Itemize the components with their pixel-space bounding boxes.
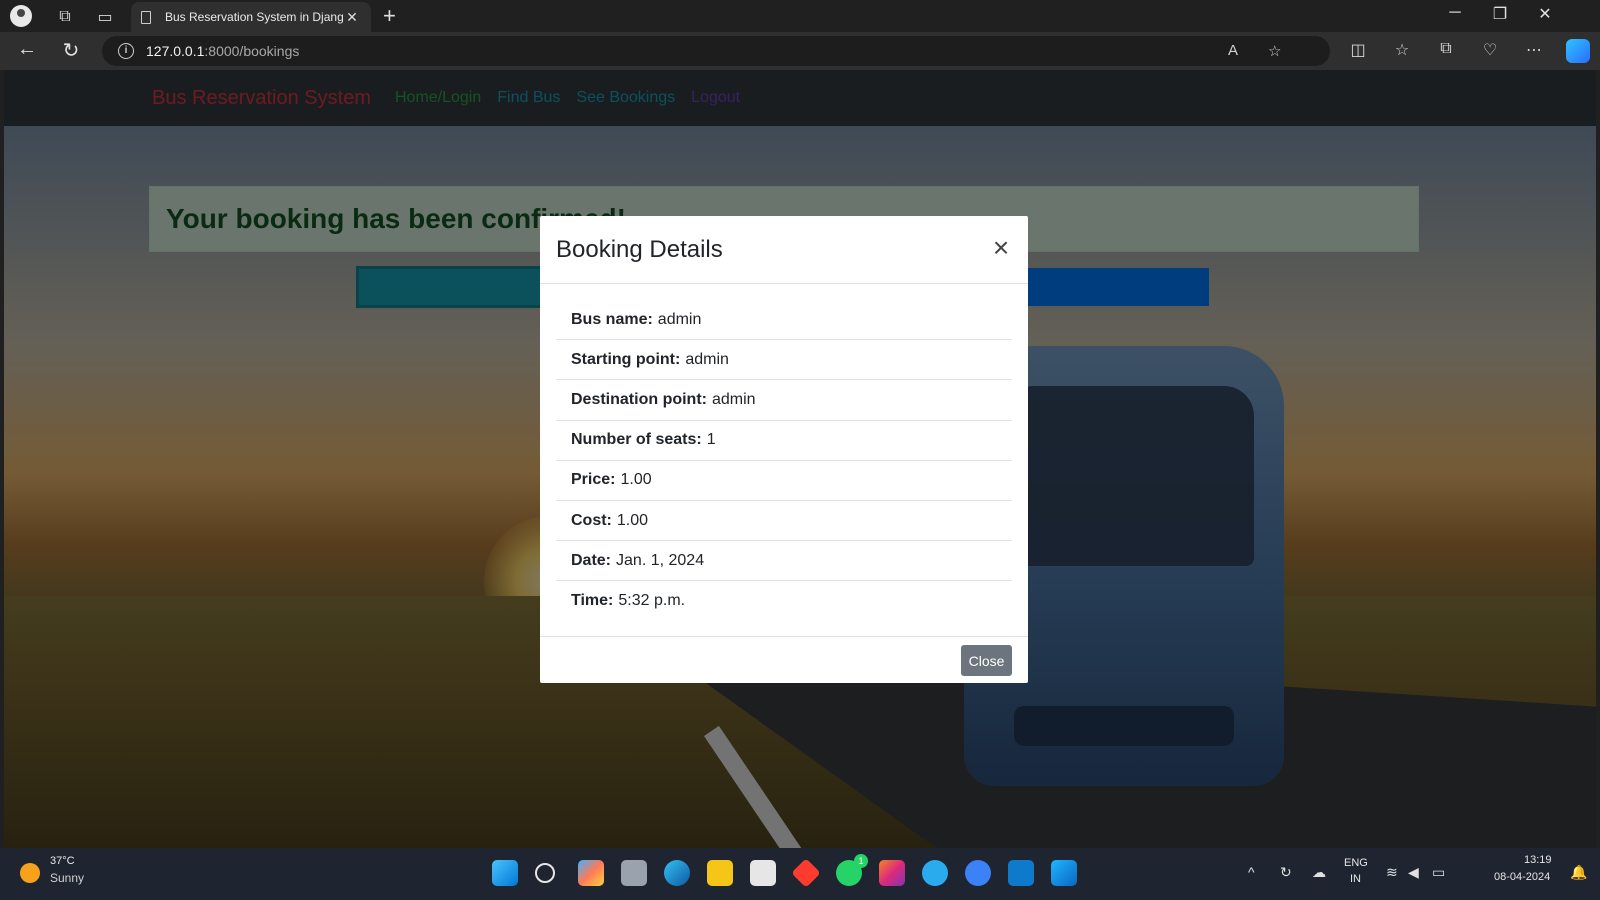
detail-label: Cost: (571, 511, 612, 529)
microsoft-store-icon[interactable] (750, 860, 776, 886)
sync-icon[interactable]: ↻ (1280, 864, 1292, 881)
favorite-star-icon[interactable]: ☆ (1268, 42, 1281, 60)
favorites-icon[interactable]: ☆ (1390, 40, 1414, 60)
show-hidden-icons[interactable]: ^ (1248, 864, 1255, 880)
clock-time[interactable]: 13:19 (1524, 854, 1552, 866)
app-icon[interactable] (965, 860, 991, 886)
task-view-icon[interactable] (621, 860, 647, 886)
address-bar[interactable]: i 127.0.0.1:8000/bookings A ☆ (102, 36, 1330, 66)
detail-label: Price: (571, 471, 616, 489)
refresh-icon[interactable]: ↻ (58, 38, 84, 63)
search-icon[interactable] (535, 863, 555, 883)
close-icon[interactable]: × (988, 234, 1014, 262)
edge-browser-icon[interactable] (664, 860, 690, 886)
minimize-button[interactable]: ─ (1440, 4, 1470, 22)
whatsapp-badge: 1 (854, 854, 868, 868)
tab-title: Bus Reservation System in Djang (165, 10, 343, 24)
file-explorer-icon[interactable] (707, 860, 733, 886)
wifi-icon[interactable]: ≋ (1386, 864, 1398, 881)
detail-value: 1.00 (616, 511, 649, 529)
weather-sun-icon[interactable] (20, 863, 40, 883)
browser-essentials-icon[interactable]: ♡ (1478, 40, 1502, 60)
read-aloud-icon[interactable]: A (1228, 42, 1238, 59)
weather-condition[interactable]: Sunny (50, 871, 84, 885)
more-menu-icon[interactable]: ⋯ (1522, 40, 1546, 60)
detail-value: 1.00 (620, 471, 652, 489)
detail-row-destination-point: Destination point: admin (556, 380, 1012, 421)
detail-row-time: Time: 5:32 p.m. (556, 581, 1012, 621)
anydesk-icon[interactable] (791, 858, 821, 888)
photos-icon[interactable] (1051, 860, 1077, 886)
detail-row-cost: Cost: 1.00 (556, 501, 1012, 542)
detail-label: Date: (571, 551, 612, 569)
booking-details-modal: Booking Details × Bus name: admin Starti… (540, 216, 1028, 683)
restore-button[interactable]: ❐ (1485, 4, 1515, 24)
back-icon[interactable]: ← (14, 38, 40, 61)
detail-label: Starting point: (571, 350, 681, 368)
detail-row-bus-name: Bus name: admin (556, 300, 1012, 341)
copilot-app-icon[interactable] (578, 860, 604, 886)
detail-value: 1 (706, 431, 716, 449)
detail-row-starting-point: Starting point: admin (556, 340, 1012, 381)
battery-icon[interactable]: ▭ (1432, 864, 1445, 881)
browser-tab[interactable]: Bus Reservation System in Djang ✕ (131, 2, 371, 32)
detail-label: Time: (571, 592, 614, 610)
detail-value: 5:32 p.m. (618, 592, 686, 610)
page-icon (141, 10, 151, 24)
region-indicator[interactable]: IN (1350, 873, 1361, 885)
url-host: 127.0.0.1 (146, 43, 205, 59)
detail-value: admin (685, 350, 729, 368)
detail-label: Bus name: (571, 310, 653, 328)
profile-icon[interactable] (10, 5, 32, 27)
new-tab-button[interactable]: + (383, 3, 396, 29)
whatsapp-icon[interactable]: 1 (836, 854, 868, 886)
web-page: Bus Reservation System Home/Login Find B… (4, 70, 1596, 848)
windows-start-icon[interactable] (492, 860, 518, 886)
taskbar: 37°C Sunny 1 ^ ↻ ☁ ENG IN ≋ ◀ ▭ 13:19 08… (0, 848, 1600, 900)
detail-value: admin (657, 310, 702, 328)
modal-footer: Close (540, 636, 1028, 683)
browser-titlebar: ⧉ ▭ Bus Reservation System in Djang ✕ + … (0, 0, 1600, 32)
url-path: :8000/bookings (204, 43, 300, 59)
detail-row-date: Date: Jan. 1, 2024 (556, 541, 1012, 582)
instagram-icon[interactable] (879, 860, 905, 886)
modal-title: Booking Details (556, 235, 723, 263)
detail-row-seats: Number of seats: 1 (556, 421, 1012, 461)
split-screen-icon[interactable]: ◫ (1346, 40, 1370, 60)
telegram-icon[interactable] (922, 860, 948, 886)
close-button[interactable]: Close (961, 645, 1012, 676)
detail-value: Jan. 1, 2024 (616, 551, 705, 569)
workspaces-icon[interactable]: ⧉ (54, 6, 76, 28)
clock-date[interactable]: 08-04-2024 (1494, 871, 1550, 883)
modal-header: Booking Details × (540, 216, 1028, 284)
collections-icon[interactable]: ⧉ (1434, 40, 1458, 58)
detail-label: Number of seats: (571, 431, 702, 449)
tab-close-icon[interactable]: ✕ (343, 9, 361, 26)
copilot-icon[interactable] (1566, 39, 1590, 63)
detail-label: Destination point: (571, 390, 707, 408)
browser-toolbar: ← ↻ i 127.0.0.1:8000/bookings A ☆ ◫ ☆ ⧉ … (0, 32, 1600, 70)
language-indicator[interactable]: ENG (1344, 857, 1368, 869)
weather-temp[interactable]: 37°C (50, 855, 75, 867)
modal-body: Bus name: admin Starting point: admin De… (540, 284, 1028, 630)
vertical-tabs-icon[interactable]: ▭ (94, 6, 116, 28)
detail-row-price: Price: 1.00 (556, 461, 1012, 501)
volume-icon[interactable]: ◀ (1408, 864, 1419, 881)
vscode-icon[interactable] (1008, 860, 1034, 886)
notification-bell-icon[interactable]: 🔔 (1570, 864, 1587, 881)
info-icon[interactable]: i (118, 43, 134, 59)
window-close-button[interactable]: ✕ (1530, 4, 1560, 24)
detail-value: admin (711, 390, 756, 408)
onedrive-icon[interactable]: ☁ (1312, 864, 1326, 881)
